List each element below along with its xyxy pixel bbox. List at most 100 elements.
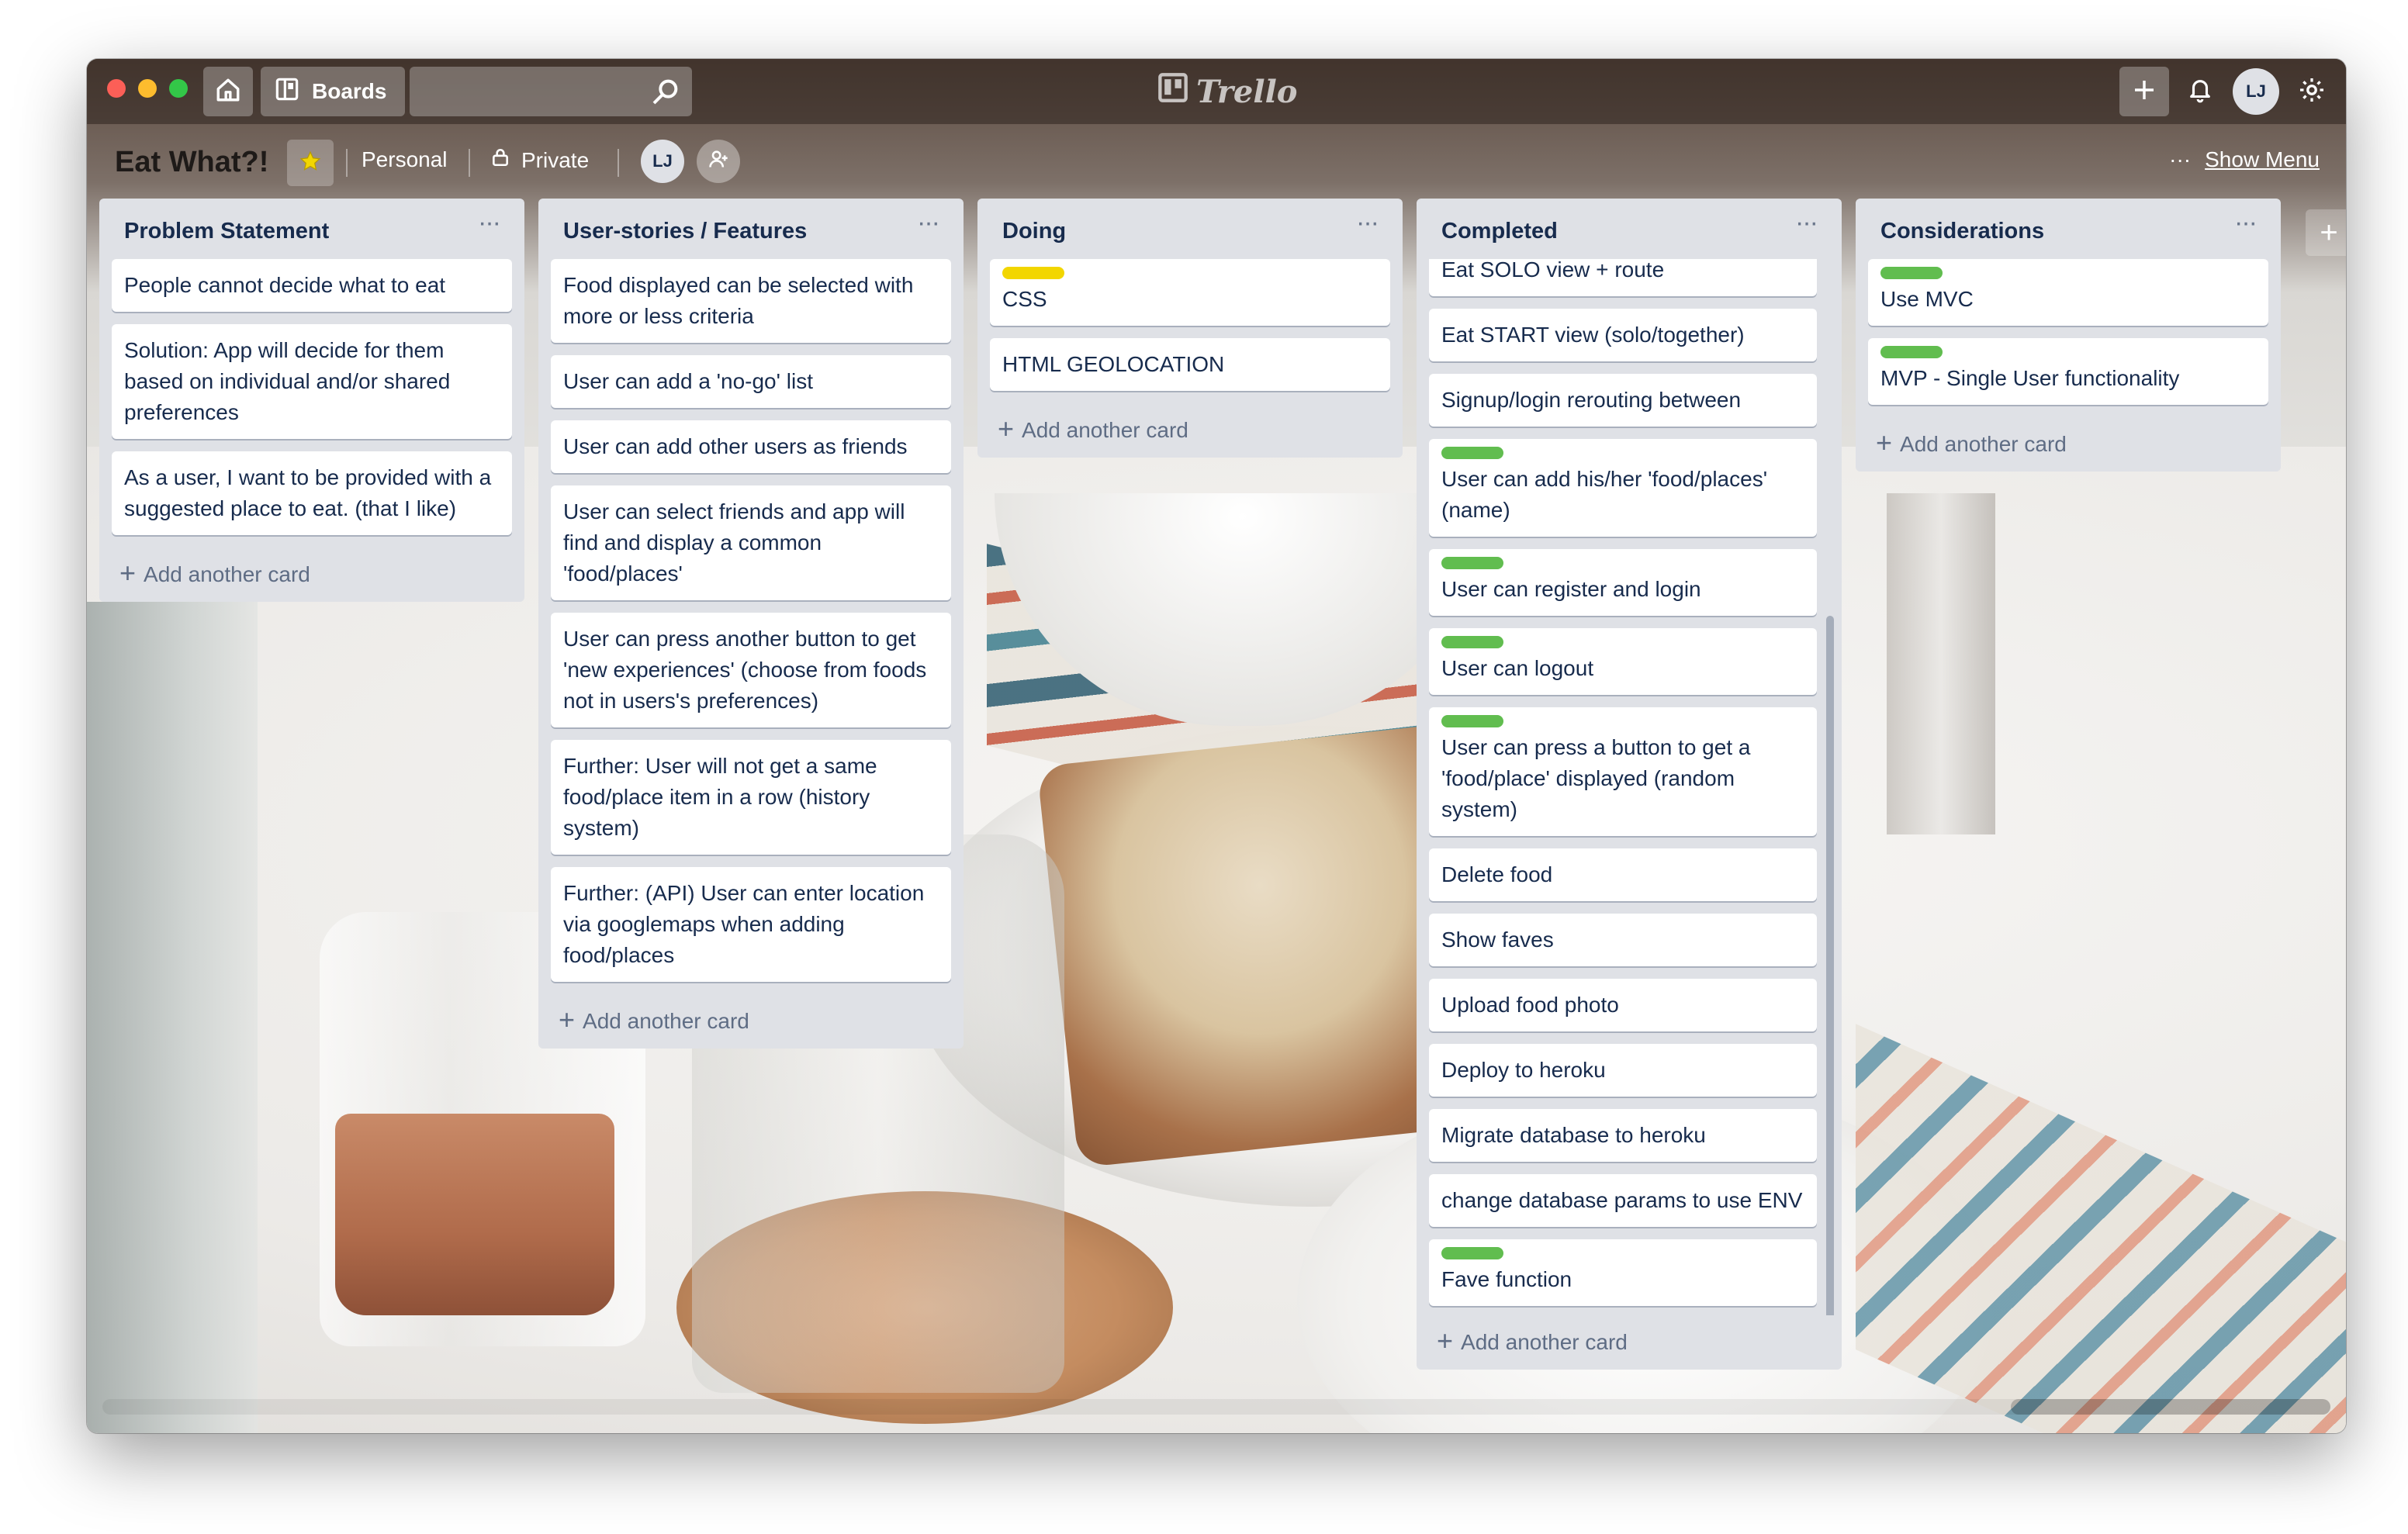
card[interactable]: Signup/login rerouting between	[1429, 374, 1817, 427]
add-card-button[interactable]: + Add another card	[99, 548, 524, 602]
card-label-green	[1880, 346, 1943, 358]
card-title: Migrate database to heroku	[1441, 1123, 1706, 1147]
card[interactable]: As a user, I want to be provided with a …	[112, 451, 512, 535]
create-button[interactable]	[2119, 67, 2169, 116]
boards-label: Boards	[312, 79, 387, 103]
list-menu-icon[interactable]: ···	[2228, 208, 2262, 239]
card[interactable]: Deploy to heroku	[1429, 1044, 1817, 1097]
card[interactable]: Fave function	[1429, 1239, 1817, 1306]
card-title: Solution: App will decide for them based…	[124, 338, 451, 424]
card[interactable]: HTML GEOLOCATION	[990, 338, 1390, 391]
add-card-button[interactable]: + Add another card	[538, 994, 964, 1049]
add-list-button[interactable]: +	[2306, 209, 2346, 256]
card[interactable]: User can logout	[1429, 628, 1817, 695]
list-scroll-area[interactable]: Eat SOLO view + route Eat START view (so…	[1417, 259, 1842, 1315]
list-header: Considerations ···	[1856, 199, 2281, 259]
trello-logo[interactable]: Trello	[1157, 73, 1297, 110]
card-title: HTML GEOLOCATION	[1002, 352, 1225, 376]
card[interactable]: User can select friends and app will fin…	[551, 485, 951, 600]
card-title: User can add his/her 'food/places' (name…	[1441, 467, 1768, 522]
add-card-label: Add another card	[1461, 1330, 1628, 1354]
card[interactable]: Eat SOLO view + route	[1429, 259, 1817, 296]
add-card-button[interactable]: + Add another card	[1417, 1315, 1842, 1370]
card-title: User can press a button to get a 'food/p…	[1441, 735, 1751, 821]
board-member-avatar[interactable]: LJ	[641, 140, 684, 183]
search-input[interactable]	[410, 67, 692, 116]
card-title: User can register and login	[1441, 577, 1701, 601]
list-title[interactable]: Completed	[1441, 219, 1558, 244]
card-list: CSS HTML GEOLOCATION	[977, 259, 1403, 391]
list-title[interactable]: Considerations	[1880, 219, 2044, 244]
card[interactable]: User can press another button to get 'ne…	[551, 613, 951, 727]
card-title: User can select friends and app will fin…	[563, 499, 905, 586]
card-label-green	[1441, 715, 1503, 727]
card[interactable]: User can add his/her 'food/places' (name…	[1429, 439, 1817, 537]
show-menu-button[interactable]: ··· Show Menu	[2169, 147, 2320, 172]
board-title[interactable]: Eat What?!	[115, 146, 268, 179]
card-title: Eat START view (solo/together)	[1441, 323, 1745, 347]
card[interactable]: Further: User will not get a same food/p…	[551, 740, 951, 855]
visibility-button[interactable]: Private	[490, 147, 589, 173]
plus-icon: +	[998, 413, 1015, 444]
list-menu-icon[interactable]: ···	[911, 208, 945, 239]
star-board-button[interactable]	[287, 140, 334, 186]
card[interactable]: CSS	[990, 259, 1390, 326]
more-icon: ···	[2169, 147, 2192, 171]
list-title[interactable]: Problem Statement	[124, 219, 329, 244]
add-card-button[interactable]: + Add another card	[977, 403, 1403, 458]
add-card-button[interactable]: + Add another card	[1856, 417, 2281, 472]
plus-icon: +	[1437, 1325, 1454, 1356]
card[interactable]: User can press a button to get a 'food/p…	[1429, 707, 1817, 836]
card-title: User can add other users as friends	[563, 434, 908, 458]
list-menu-icon[interactable]: ···	[1350, 208, 1384, 239]
card[interactable]: Solution: App will decide for them based…	[112, 324, 512, 439]
window-zoom-button[interactable]	[169, 79, 188, 98]
card[interactable]: User can register and login	[1429, 549, 1817, 616]
list-title[interactable]: Doing	[1002, 219, 1066, 244]
list-considerations: Considerations ··· Use MVC MVP - Single …	[1856, 199, 2281, 472]
add-card-label: Add another card	[144, 562, 310, 586]
list-menu-icon[interactable]: ···	[472, 208, 506, 239]
card[interactable]: Delete food	[1429, 848, 1817, 901]
boards-button[interactable]: Boards	[261, 67, 405, 116]
home-button[interactable]	[203, 67, 253, 116]
plus-icon: +	[1876, 427, 1893, 458]
team-button[interactable]: Personal	[362, 147, 448, 172]
card[interactable]: MVP - Single User functionality	[1868, 338, 2268, 405]
card[interactable]: Use MVC	[1868, 259, 2268, 326]
header-divider	[346, 149, 348, 177]
card-title: Show faves	[1441, 928, 1554, 952]
window-minimize-button[interactable]	[138, 79, 157, 98]
plus-icon: +	[559, 1004, 576, 1035]
list-user-stories: User-stories / Features ··· Food display…	[538, 199, 964, 1049]
trello-logo-icon	[1157, 72, 1188, 111]
notifications-button[interactable]	[2175, 67, 2225, 116]
settings-button[interactable]	[2287, 67, 2337, 116]
card-title: Food displayed can be selected with more…	[563, 273, 914, 328]
window-close-button[interactable]	[107, 79, 126, 98]
card[interactable]: Further: (API) User can enter location v…	[551, 867, 951, 982]
invite-member-button[interactable]	[697, 140, 740, 183]
card-label-green	[1441, 636, 1503, 648]
card[interactable]: Show faves	[1429, 914, 1817, 966]
card[interactable]: Eat START view (solo/together)	[1429, 309, 1817, 361]
card[interactable]: Upload food photo	[1429, 979, 1817, 1031]
card-title: Upload food photo	[1441, 993, 1619, 1017]
header-divider	[469, 149, 470, 177]
scrollbar-thumb[interactable]	[2011, 1399, 2330, 1415]
card[interactable]: Food displayed can be selected with more…	[551, 259, 951, 343]
add-card-label: Add another card	[1022, 418, 1188, 442]
card[interactable]: People cannot decide what to eat	[112, 259, 512, 312]
user-avatar[interactable]: LJ	[2233, 68, 2279, 115]
list-title[interactable]: User-stories / Features	[563, 219, 807, 244]
card[interactable]: change database params to use ENV	[1429, 1174, 1817, 1227]
card[interactable]: User can add other users as friends	[551, 420, 951, 473]
card-label-green	[1880, 267, 1943, 279]
card[interactable]: Migrate database to heroku	[1429, 1109, 1817, 1162]
card-title: MVP - Single User functionality	[1880, 366, 2180, 390]
card[interactable]: User can add a 'no-go' list	[551, 355, 951, 408]
board-horizontal-scrollbar[interactable]	[102, 1399, 2330, 1415]
plus-icon: +	[2320, 215, 2338, 250]
list-scrollbar[interactable]	[1826, 616, 1834, 1315]
list-menu-icon[interactable]: ···	[1789, 208, 1823, 239]
